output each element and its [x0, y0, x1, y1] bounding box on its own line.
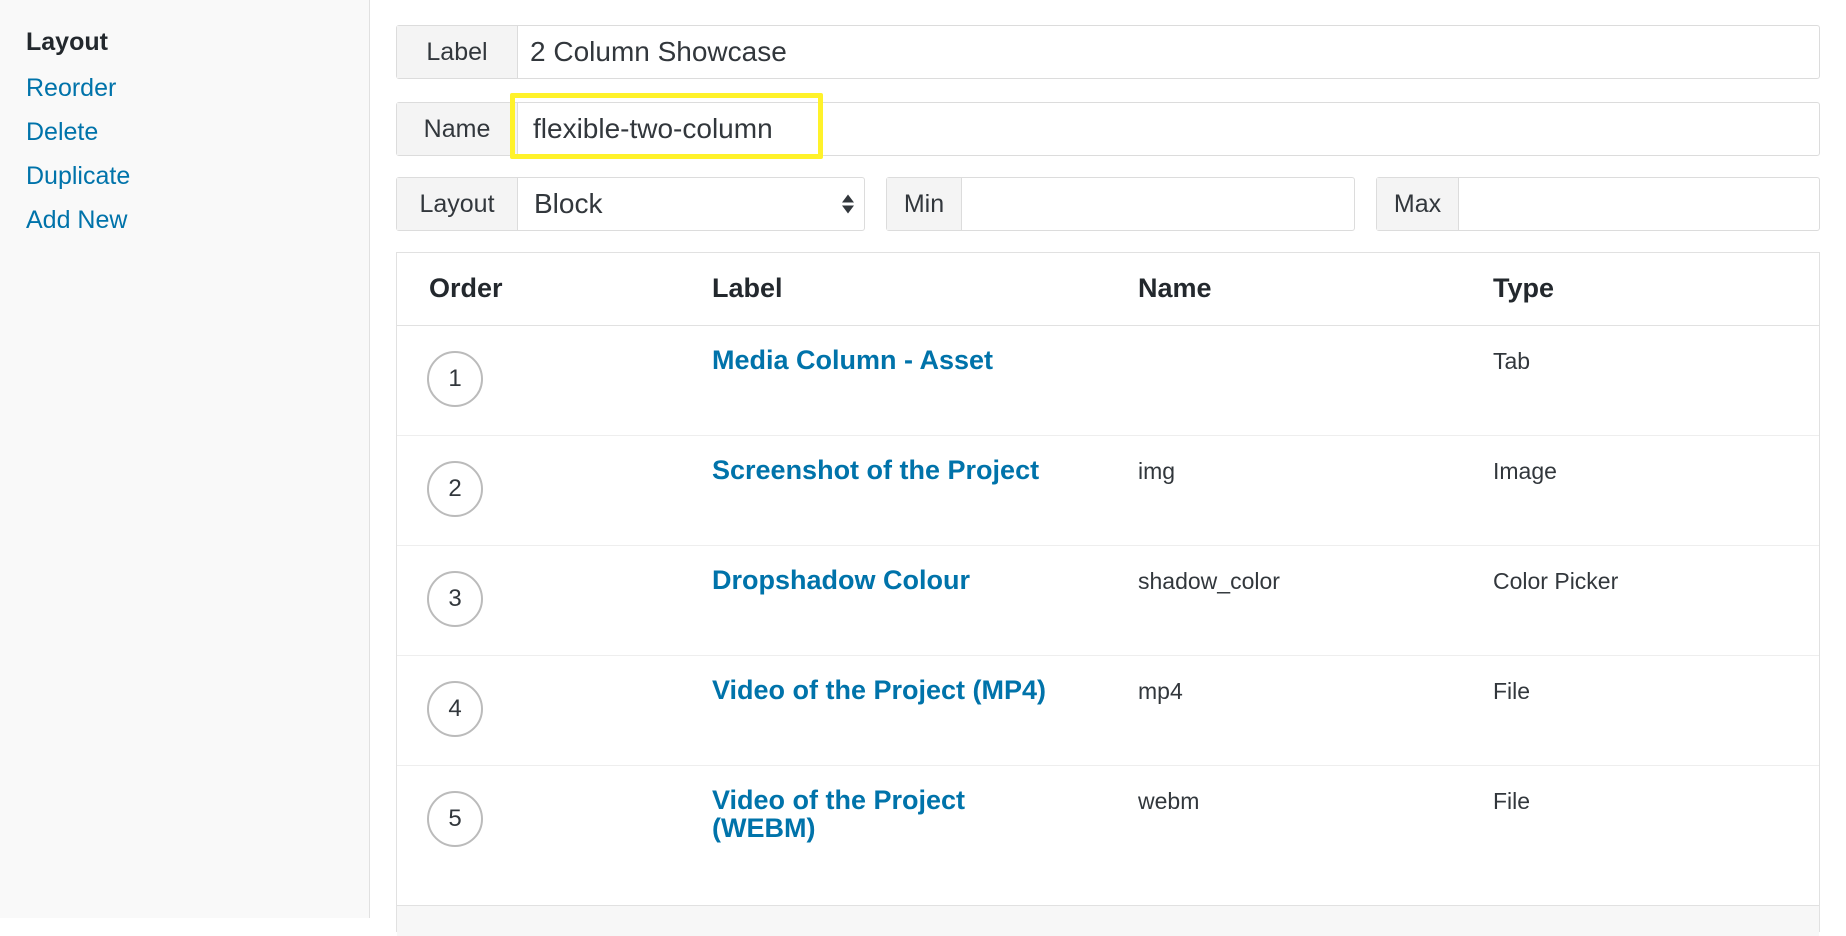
field-label-link[interactable]: Media Column - Asset: [712, 346, 1092, 374]
add-new-link[interactable]: Add New: [26, 206, 127, 235]
field-name: webm: [1138, 788, 1200, 814]
duplicate-link[interactable]: Duplicate: [26, 162, 130, 191]
delete-link[interactable]: Delete: [26, 118, 98, 147]
order-handle[interactable]: 5: [427, 791, 483, 847]
label-field: Label 2 Column Showcase: [396, 25, 1820, 79]
table-row: 1 Media Column - Asset Tab: [397, 326, 1819, 436]
header-order: Order: [429, 273, 503, 303]
select-arrows-icon: [842, 194, 854, 214]
table-header: Order Label Name Type: [397, 253, 1819, 326]
header-label: Label: [712, 273, 783, 303]
field-label-link[interactable]: Video of the Project (WEBM): [712, 786, 1012, 842]
order-handle[interactable]: 1: [427, 351, 483, 407]
min-prepend: Min: [887, 178, 962, 230]
table-row: 5 Video of the Project (WEBM) webm File: [397, 766, 1819, 905]
min-input[interactable]: [962, 178, 1354, 230]
field-type: Color Picker: [1493, 568, 1619, 594]
table-footer: [397, 905, 1819, 936]
label-input[interactable]: 2 Column Showcase: [518, 26, 1819, 78]
layout-field: Layout Block: [396, 177, 865, 231]
order-handle[interactable]: 4: [427, 681, 483, 737]
header-type: Type: [1493, 273, 1555, 303]
table-row: 4 Video of the Project (MP4) mp4 File: [397, 656, 1819, 766]
layout-sidebar: Layout Reorder Delete Duplicate Add New: [0, 0, 370, 918]
label-prepend: Label: [397, 26, 518, 78]
field-type: File: [1493, 788, 1531, 814]
field-name: shadow_color: [1138, 568, 1280, 594]
layout-select-value: Block: [534, 188, 603, 219]
layout-settings-panel: Label 2 Column Showcase Name flexible-tw…: [396, 0, 1820, 936]
field-type: File: [1493, 678, 1531, 704]
min-field: Min: [886, 177, 1355, 231]
field-name: mp4: [1138, 678, 1183, 704]
field-label-link[interactable]: Screenshot of the Project: [712, 456, 1092, 484]
order-handle[interactable]: 2: [427, 461, 483, 517]
field-name: img: [1138, 458, 1176, 484]
layout-heading: Layout: [26, 28, 108, 56]
max-field: Max: [1376, 177, 1820, 231]
max-prepend: Max: [1377, 178, 1459, 230]
table-row: 3 Dropshadow Colour shadow_color Color P…: [397, 546, 1819, 656]
name-prepend: Name: [397, 103, 518, 155]
table-row: 2 Screenshot of the Project img Image: [397, 436, 1819, 546]
field-label-link[interactable]: Video of the Project (MP4): [712, 676, 1092, 704]
field-label-link[interactable]: Dropshadow Colour: [712, 566, 1092, 594]
field-type: Tab: [1493, 348, 1531, 374]
header-name: Name: [1138, 273, 1212, 303]
name-input-highlight: [510, 93, 823, 159]
layout-prepend: Layout: [397, 178, 518, 230]
max-input[interactable]: [1459, 178, 1819, 230]
layout-select[interactable]: Block: [518, 178, 864, 230]
order-handle[interactable]: 3: [427, 571, 483, 627]
subfields-table: Order Label Name Type 1 Media Column - A…: [396, 252, 1820, 936]
reorder-link[interactable]: Reorder: [26, 74, 116, 103]
field-type: Image: [1493, 458, 1557, 484]
